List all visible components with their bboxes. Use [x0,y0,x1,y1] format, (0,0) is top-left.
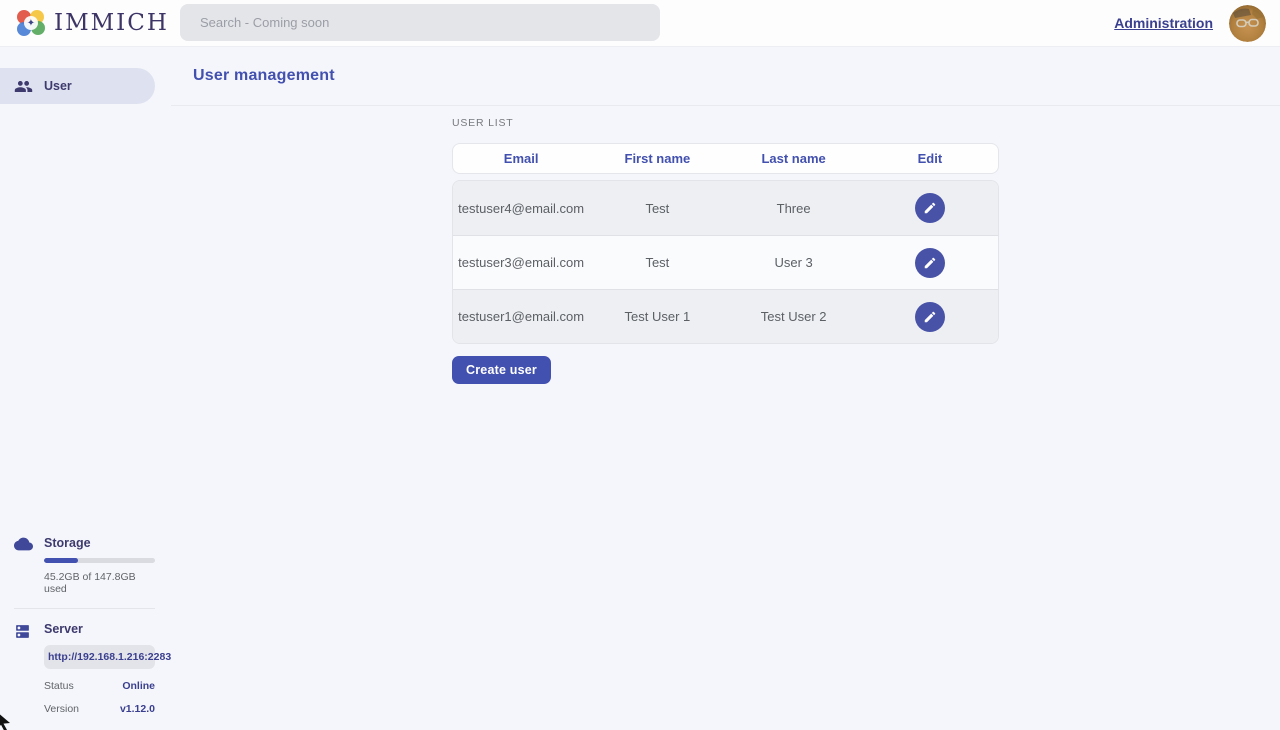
pencil-icon [923,310,937,324]
create-user-button[interactable]: Create user [452,356,551,384]
column-header-edit: Edit [862,151,998,166]
storage-section: Storage 45.2GB of 147.8GB used [14,536,155,595]
server-url: http://192.168.1.216:2283 [44,645,155,669]
column-header-last-name: Last name [726,151,862,166]
page-header: User management [171,47,1280,106]
cell-last-name: Three [726,201,862,216]
cell-last-name: Test User 2 [726,309,862,324]
server-status-row: Status Online [44,680,155,692]
edit-user-button[interactable] [915,302,945,332]
immich-logo-icon: ✦ [16,8,46,38]
table-row: testuser3@email.com Test User 3 [453,235,998,289]
top-navbar: ✦ IMMICH Administration [0,0,1280,47]
sidebar-status-panel: Storage 45.2GB of 147.8GB used Server [0,536,171,729]
dns-icon [14,623,31,640]
cell-first-name: Test User 1 [589,309,725,324]
version-value: v1.12.0 [120,703,155,715]
storage-progress-fill [44,558,78,563]
avatar-image [1229,5,1266,42]
server-section: Server http://192.168.1.216:2283 Status … [14,622,155,715]
sidebar-item-user[interactable]: User [0,68,155,104]
edit-user-button[interactable] [915,248,945,278]
sidebar-item-label: User [44,79,72,93]
server-title: Server [44,622,155,636]
user-avatar[interactable] [1229,5,1266,42]
pencil-icon [923,201,937,215]
brand[interactable]: ✦ IMMICH [0,8,169,38]
cell-first-name: Test [589,255,725,270]
column-header-email: Email [453,151,589,166]
storage-progress-bar [44,558,155,563]
sidebar-divider [14,608,155,609]
pencil-icon [923,256,937,270]
user-table-header: Email First name Last name Edit [452,143,999,174]
status-label: Status [44,680,74,692]
column-header-first-name: First name [589,151,725,166]
user-list-label: USER LIST [452,117,999,129]
administration-link[interactable]: Administration [1114,15,1213,31]
search-bar [180,4,660,41]
cloud-icon [14,537,33,551]
admin-sidebar: User Storage 45.2GB of 147.8GB used [0,47,171,729]
server-version-row: Version v1.12.0 [44,703,155,715]
table-row: testuser4@email.com Test Three [453,181,998,235]
group-icon [14,77,33,96]
version-label: Version [44,703,79,715]
page-title: User management [193,67,335,85]
cell-email: testuser1@email.com [453,309,589,324]
table-row: testuser1@email.com Test User 1 Test Use… [453,289,998,343]
cell-last-name: User 3 [726,255,862,270]
cell-first-name: Test [589,201,725,216]
user-table: testuser4@email.com Test Three testuser3… [452,180,999,344]
search-input[interactable] [180,4,660,41]
edit-user-button[interactable] [915,193,945,223]
main-panel: User management USER LIST Email First na… [171,47,1280,729]
cell-email: testuser3@email.com [453,255,589,270]
cell-email: testuser4@email.com [453,201,589,216]
brand-name: IMMICH [54,10,169,36]
storage-usage-text: 45.2GB of 147.8GB used [44,571,155,595]
storage-title: Storage [44,536,155,550]
status-value: Online [122,680,155,692]
